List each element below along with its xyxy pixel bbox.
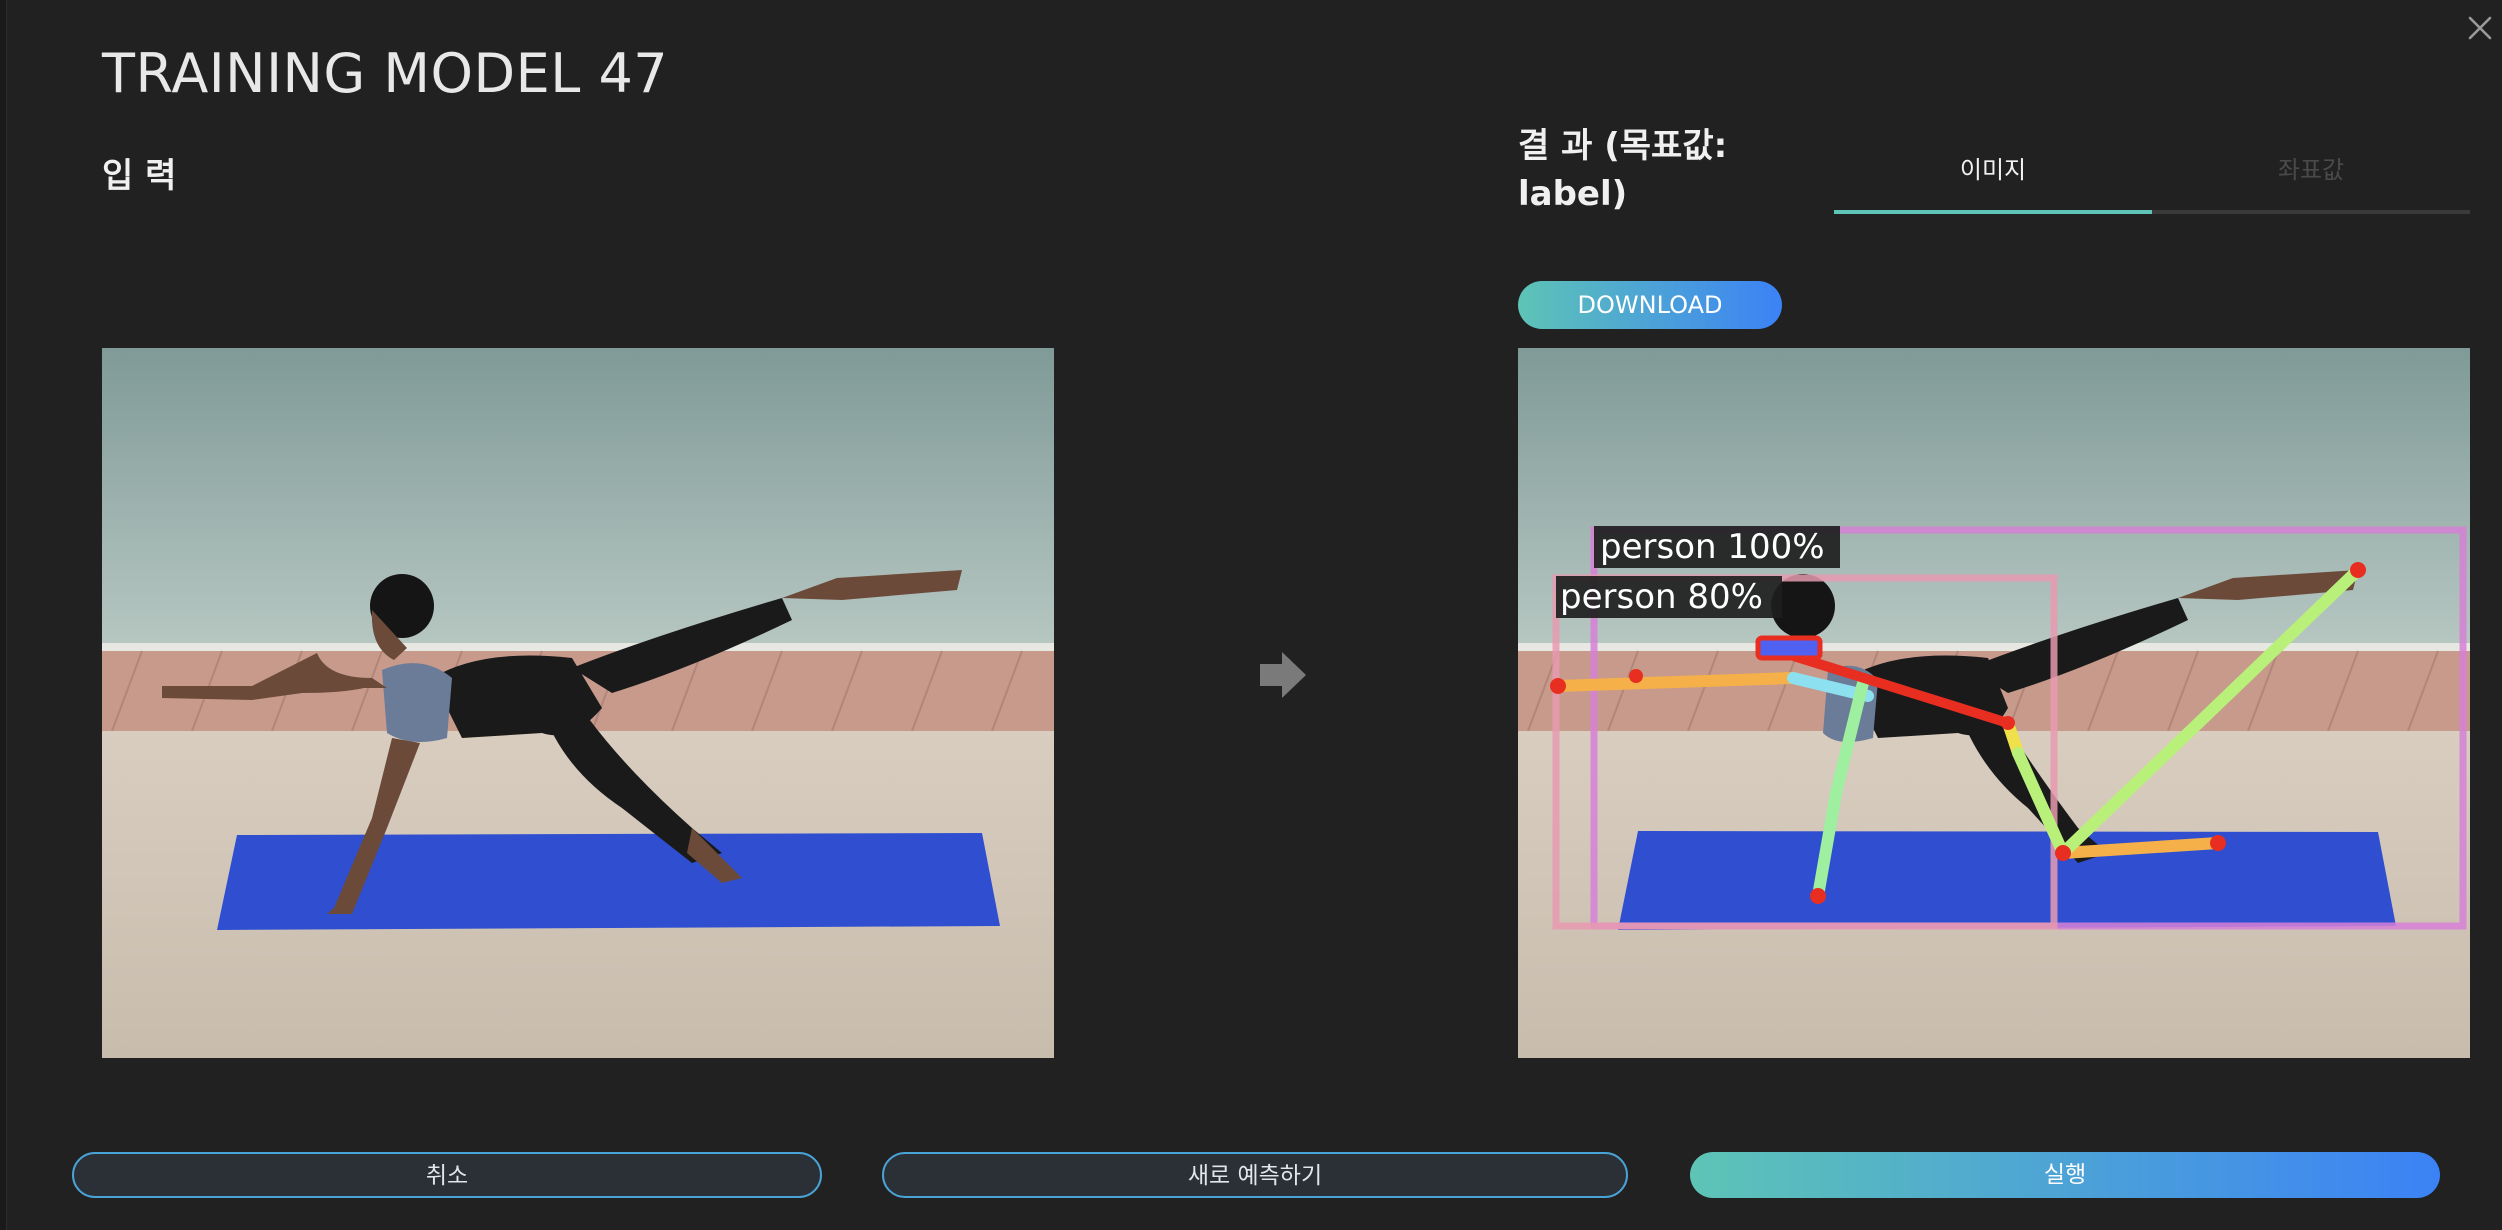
tab-coordinates[interactable]: 좌표값 (2152, 140, 2470, 212)
tab-active-indicator (1834, 210, 2152, 214)
result-image: person 100% person 80% (1518, 348, 2470, 1058)
window-edge (0, 0, 7, 1230)
tab-image[interactable]: 이미지 (1834, 140, 2152, 212)
cancel-button[interactable]: 취소 (72, 1152, 822, 1198)
download-button[interactable]: DOWNLOAD (1518, 281, 1782, 329)
run-button[interactable]: 실행 (1690, 1152, 2440, 1198)
new-predict-button[interactable]: 새로 예측하기 (882, 1152, 1628, 1198)
result-section-label: 결 과 (목표값: label) (1518, 126, 1728, 214)
close-icon (2468, 16, 2492, 40)
input-section-label: 입 력 (102, 156, 177, 196)
input-image (102, 348, 1054, 1058)
dialog-title: TRAINING MODEL 47 (102, 42, 669, 105)
detection-label: person 80% (1560, 577, 1763, 617)
result-tabs: 이미지 좌표값 (1834, 140, 2470, 216)
arrow-right-icon (1258, 650, 1308, 700)
detection-label: person 100% (1600, 527, 1825, 567)
close-button[interactable] (2462, 10, 2498, 46)
